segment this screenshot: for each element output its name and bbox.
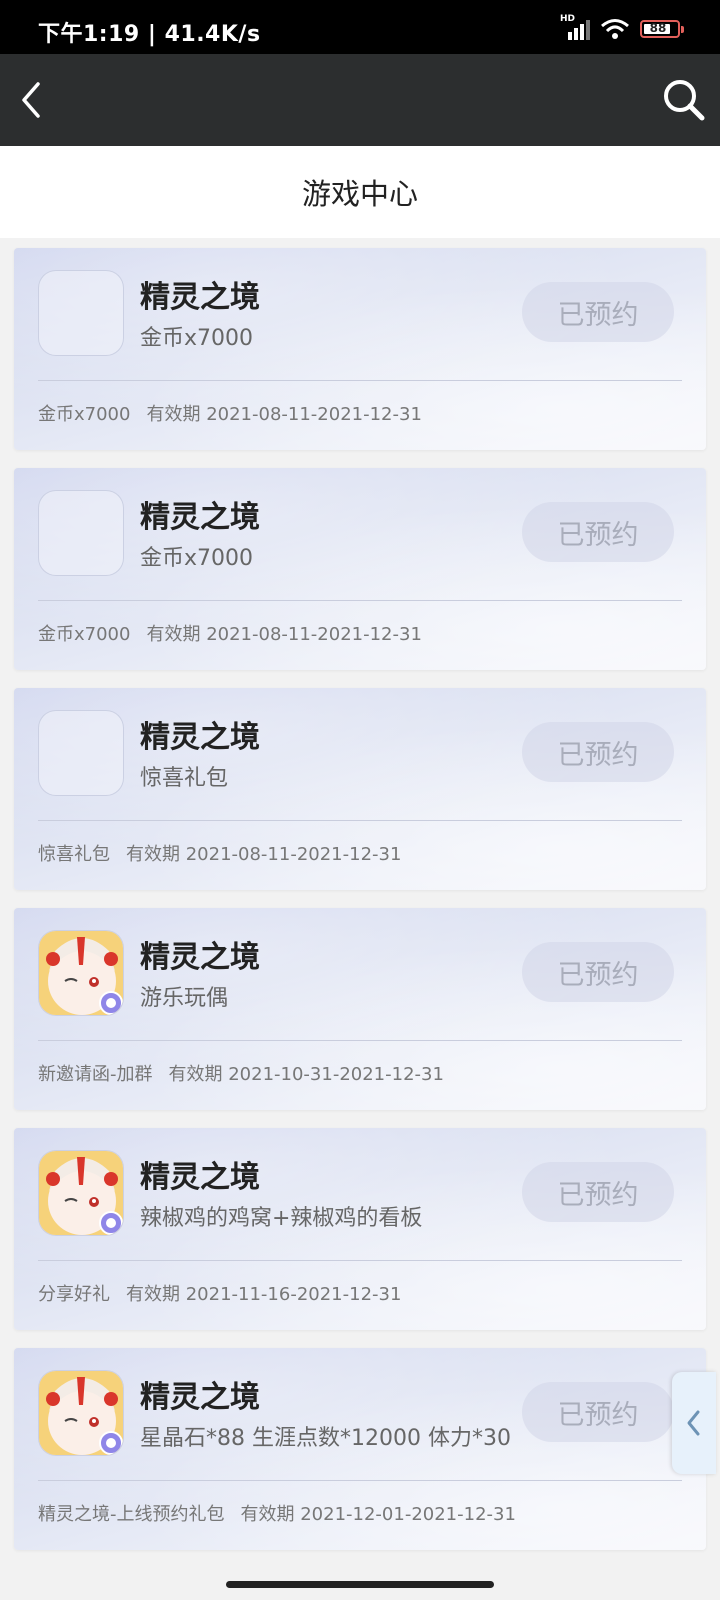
game-avatar-icon — [38, 1150, 124, 1236]
divider — [38, 1260, 682, 1261]
reserved-button[interactable]: 已预约 — [522, 502, 674, 562]
home-indicator[interactable] — [226, 1581, 494, 1588]
divider — [38, 820, 682, 821]
footer-label: 新邀请函-加群 — [38, 1064, 153, 1085]
divider — [38, 380, 682, 381]
card-footer: 金币x7000 有效期 2021-08-11-2021-12-31 — [38, 620, 422, 646]
gift-card[interactable]: 精灵之境 惊喜礼包 已预约 惊喜礼包 有效期 2021-08-11-2021-12… — [14, 688, 706, 890]
validity-period: 有效期 2021-12-01-2021-12-31 — [240, 1504, 516, 1525]
reward-name: 游乐玩偶 — [140, 986, 229, 1011]
page-title: 游戏中心 — [301, 177, 418, 211]
reward-name: 金币x7000 — [140, 326, 254, 351]
reserved-button[interactable]: 已预约 — [522, 1162, 674, 1222]
footer-label: 金币x7000 — [38, 404, 131, 425]
status-icons: HD 88 — [560, 14, 684, 40]
battery-level: 88 — [649, 21, 667, 35]
divider — [38, 1040, 682, 1041]
validity-period: 有效期 2021-08-11-2021-12-31 — [146, 624, 422, 645]
card-footer: 新邀请函-加群 有效期 2021-10-31-2021-12-31 — [38, 1060, 444, 1086]
card-footer: 惊喜礼包 有效期 2021-08-11-2021-12-31 — [38, 840, 401, 866]
reserved-button[interactable]: 已预约 — [522, 722, 674, 782]
validity-period: 有效期 2021-08-11-2021-12-31 — [146, 404, 422, 425]
gift-card[interactable]: 精灵之境 游乐玩偶 已预约 新邀请函-加群 有效期 2021-10-31-2021… — [14, 908, 706, 1110]
footer-label: 惊喜礼包 — [38, 844, 110, 865]
battery-icon: 88 — [640, 20, 684, 38]
game-name: 精灵之境 — [140, 280, 260, 315]
game-name: 精灵之境 — [140, 1380, 260, 1415]
search-icon[interactable] — [658, 74, 710, 126]
back-icon[interactable] — [10, 76, 58, 124]
chevron-left-icon — [687, 1410, 700, 1436]
side-drawer-tab[interactable] — [672, 1372, 716, 1474]
gift-card[interactable]: 精灵之境 辣椒鸡的鸡窝+辣椒鸡的看板 已预约 分享好礼 有效期 2021-11-1… — [14, 1128, 706, 1330]
reward-name: 星晶石*88 生涯点数*12000 体力*30 — [140, 1426, 511, 1451]
status-time: 下午1:19 | 41.4K/s — [38, 22, 261, 47]
reward-name: 辣椒鸡的鸡窝+辣椒鸡的看板 — [140, 1206, 423, 1231]
game-avatar-icon — [38, 1370, 124, 1456]
validity-period: 有效期 2021-08-11-2021-12-31 — [126, 844, 402, 865]
game-icon-placeholder — [38, 710, 124, 796]
reserved-button[interactable]: 已预约 — [522, 282, 674, 342]
nav-bar — [0, 54, 720, 146]
title-bar: 游戏中心 — [0, 146, 720, 238]
game-name: 精灵之境 — [140, 1160, 260, 1195]
card-footer: 分享好礼 有效期 2021-11-16-2021-12-31 — [38, 1280, 401, 1306]
game-name: 精灵之境 — [140, 720, 260, 755]
cellular-signal-icon: HD — [560, 14, 590, 40]
validity-period: 有效期 2021-10-31-2021-12-31 — [168, 1064, 444, 1085]
gift-card[interactable]: 精灵之境 金币x7000 已预约 金币x7000 有效期 2021-08-11-2… — [14, 468, 706, 670]
game-name: 精灵之境 — [140, 940, 260, 975]
divider — [38, 1480, 682, 1481]
footer-label: 精灵之境-上线预约礼包 — [38, 1504, 225, 1525]
validity-period: 有效期 2021-11-16-2021-12-31 — [126, 1284, 402, 1305]
game-avatar-icon — [38, 930, 124, 1016]
footer-label: 分享好礼 — [38, 1284, 110, 1305]
card-footer: 金币x7000 有效期 2021-08-11-2021-12-31 — [38, 400, 422, 426]
game-name: 精灵之境 — [140, 500, 260, 535]
game-icon-placeholder — [38, 270, 124, 356]
gift-card[interactable]: 精灵之境 金币x7000 已预约 金币x7000 有效期 2021-08-11-2… — [14, 248, 706, 450]
wifi-icon — [601, 19, 629, 39]
reward-name: 金币x7000 — [140, 546, 254, 571]
reserved-button[interactable]: 已预约 — [522, 1382, 674, 1442]
reward-name: 惊喜礼包 — [140, 766, 229, 791]
status-bar: 下午1:19 | 41.4K/s HD 88 — [0, 0, 720, 54]
footer-label: 金币x7000 — [38, 624, 131, 645]
reserved-button[interactable]: 已预约 — [522, 942, 674, 1002]
game-icon-placeholder — [38, 490, 124, 576]
divider — [38, 600, 682, 601]
gift-card[interactable]: 精灵之境 星晶石*88 生涯点数*12000 体力*30 已预约 精灵之境-上线… — [14, 1348, 706, 1550]
gift-list: 精灵之境 金币x7000 已预约 金币x7000 有效期 2021-08-11-2… — [14, 248, 706, 1568]
card-footer: 精灵之境-上线预约礼包 有效期 2021-12-01-2021-12-31 — [38, 1500, 516, 1526]
